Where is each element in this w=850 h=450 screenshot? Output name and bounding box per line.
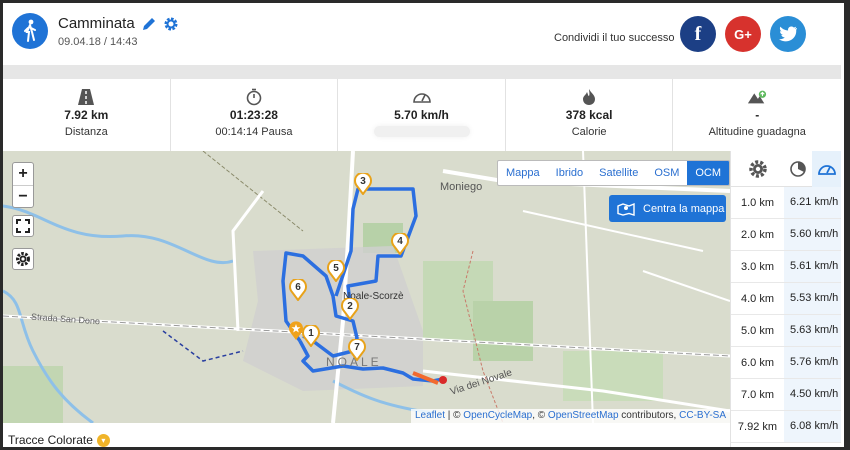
colored-tracks-label: Tracce Colorate — [8, 433, 93, 447]
timer-icon — [790, 160, 807, 177]
map-marker-6[interactable]: 6 — [289, 277, 307, 302]
split-row: 7.92 km 6.08 km/h — [731, 411, 841, 443]
activity-header: Camminata 09.04.18 / 14:43 Condividi il … — [3, 3, 841, 65]
flame-icon — [579, 87, 599, 107]
layer-switcher: Mappa Ibrido Satellite OSM OCM — [497, 160, 730, 186]
map-marker-2[interactable]: 2 — [341, 296, 359, 321]
stat-distance: 7.92 km Distanza — [3, 79, 171, 151]
split-row: 3.0 km 5.61 km/h — [731, 251, 841, 283]
fullscreen-button[interactable] — [12, 215, 34, 237]
split-row: 1.0 km 6.21 km/h — [731, 187, 841, 219]
activity-datetime: 09.04.18 / 14:43 — [58, 36, 138, 48]
layer-mappa[interactable]: Mappa — [498, 161, 548, 185]
split-row: 5.0 km 5.63 km/h — [731, 315, 841, 347]
zoom-in-button[interactable]: + — [13, 163, 33, 185]
stat-label: Distanza — [64, 126, 108, 138]
opencyclemap-link[interactable]: OpenCycleMap — [463, 410, 532, 421]
zoom-out-button[interactable]: − — [13, 185, 33, 207]
colored-tracks-toggle[interactable]: Tracce Colorate ▾ — [8, 433, 110, 447]
speedometer-icon — [817, 164, 836, 175]
splits-settings-button[interactable] — [731, 159, 785, 179]
layer-ibrido[interactable]: Ibrido — [548, 161, 592, 185]
center-map-label: Centra la mappa — [643, 202, 725, 215]
walking-icon — [12, 13, 48, 49]
map-marker-7[interactable]: 7 — [348, 337, 366, 362]
split-row: 7.0 km 4.50 km/h — [731, 379, 841, 411]
stat-value: 01:23:28 — [229, 108, 278, 122]
split-row: 4.0 km 5.53 km/h — [731, 283, 841, 315]
split-row: 6.0 km 5.76 km/h — [731, 347, 841, 379]
chevron-down-icon: ▾ — [96, 433, 110, 447]
stat-value: 7.92 km — [64, 108, 109, 122]
stopwatch-icon — [244, 87, 264, 107]
splits-panel: 1.0 km 6.21 km/h 2.0 km 5.60 km/h 3.0 km 5.… — [730, 150, 841, 450]
openstreetmap-link[interactable]: OpenStreetMap — [548, 410, 619, 421]
gear-icon[interactable] — [163, 16, 179, 32]
header-divider-band — [3, 65, 841, 79]
stat-value: 378 kcal — [565, 108, 613, 122]
blurred-text — [373, 126, 470, 137]
googleplus-share-button[interactable]: G+ — [725, 16, 761, 52]
zoom-control: + − — [12, 162, 34, 208]
activity-title: Camminata — [58, 15, 135, 32]
stat-label: Calorie — [571, 126, 607, 138]
twitter-bird-icon — [779, 26, 797, 42]
twitter-share-button[interactable] — [770, 16, 806, 52]
map-marker-1[interactable]: 1 — [302, 323, 320, 348]
map-label-moniego: Moniego — [440, 181, 483, 193]
map-settings-button[interactable] — [12, 248, 34, 270]
tab-duration[interactable] — [785, 160, 813, 178]
layer-satellite[interactable]: Satellite — [591, 161, 646, 185]
leaflet-link[interactable]: Leaflet — [415, 410, 445, 421]
layer-ocm[interactable]: OCM — [687, 161, 730, 185]
stat-label: Altitudine guadagna — [708, 126, 806, 138]
center-map-button[interactable]: Centra la mappa — [609, 195, 726, 222]
stat-altitude: - Altitudine guadagna — [673, 79, 841, 151]
stat-label: 00:14:14 Pausa — [215, 126, 293, 138]
stat-value: 5.70 km/h — [394, 108, 449, 122]
map-attribution: Leaflet | © OpenCycleMap, © OpenStreetMa… — [410, 409, 730, 423]
stat-calories: 378 kcal Calorie — [506, 79, 674, 151]
fullscreen-icon — [16, 219, 30, 233]
stat-label-blurred — [338, 126, 505, 140]
map-marker-5[interactable]: 5 — [327, 258, 345, 283]
speedometer-icon — [412, 87, 432, 107]
tab-speed[interactable] — [812, 150, 841, 187]
stat-duration: 01:23:28 00:14:14 Pausa — [171, 79, 339, 151]
license-link[interactable]: CC-BY-SA — [679, 410, 726, 421]
altitude-icon — [747, 87, 767, 107]
stat-value: - — [755, 108, 760, 122]
map-marker-3[interactable]: 3 — [354, 171, 372, 196]
split-row: 2.0 km 5.60 km/h — [731, 219, 841, 251]
route-map[interactable]: Moniego Noale-Scorzè NOALE Strada San Do… — [3, 151, 730, 423]
splits-header — [731, 150, 841, 187]
stat-speed: 5.70 km/h — [338, 79, 506, 151]
activity-title-row: Camminata — [58, 15, 179, 32]
share-label: Condividi il tuo successo — [554, 32, 675, 44]
map-marker-4[interactable]: 4 — [391, 231, 409, 256]
gear-icon — [16, 252, 30, 266]
start-star-icon[interactable] — [288, 321, 304, 341]
facebook-share-button[interactable]: f — [680, 16, 716, 52]
stats-bar: 7.92 km Distanza 01:23:28 00:14:14 Pausa… — [3, 79, 841, 151]
map-pin-icon — [617, 202, 635, 216]
gear-icon — [749, 159, 767, 178]
road-icon — [76, 87, 96, 107]
edit-pencil-icon[interactable] — [141, 16, 157, 32]
layer-osm[interactable]: OSM — [646, 161, 687, 185]
